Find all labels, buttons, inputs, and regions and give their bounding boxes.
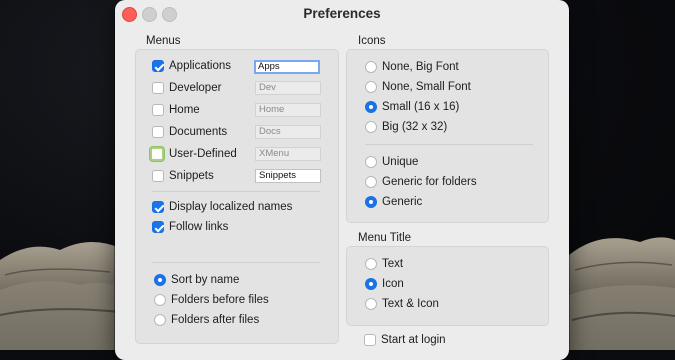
folders-before-files-option[interactable]: Folders before files	[154, 291, 269, 309]
menu-item-label: Applications	[169, 60, 232, 72]
menu-item-label: User-Defined	[169, 148, 237, 160]
icon-type-label: Generic for folders	[382, 176, 477, 188]
display-localized-names-checkbox[interactable]	[152, 201, 164, 213]
icon-size-label: Big (32 x 32)	[382, 121, 448, 133]
developer-checkbox[interactable]	[152, 82, 164, 94]
menu-title-text-and-icon-radio[interactable]	[365, 298, 377, 310]
menu-item-snippets[interactable]: Snippets	[152, 167, 214, 185]
start-at-login-label: Start at login	[381, 334, 446, 346]
icon-generic-for-folders-option[interactable]: Generic for folders	[365, 173, 477, 191]
menu-title-text-radio[interactable]	[365, 258, 377, 270]
generic-radio[interactable]	[365, 196, 377, 208]
sort-label: Folders before files	[171, 294, 269, 306]
window-title: Preferences	[303, 6, 381, 21]
start-at-login-option[interactable]: Start at login	[364, 331, 446, 349]
icon-size-label: None, Big Font	[382, 61, 459, 73]
menu-title-label: Text & Icon	[382, 298, 439, 310]
user-defined-checkbox[interactable]	[150, 147, 164, 161]
menu-item-applications[interactable]: Applications	[152, 57, 231, 75]
icon-type-label: Generic	[382, 196, 423, 208]
generic-for-folders-radio[interactable]	[365, 176, 377, 188]
documents-checkbox[interactable]	[152, 126, 164, 138]
option-follow-links[interactable]: Follow links	[152, 218, 228, 236]
sort-label: Folders after files	[171, 314, 260, 326]
menu-title-text-and-icon-option[interactable]: Text & Icon	[365, 295, 439, 313]
sort-by-name-radio[interactable]	[154, 274, 166, 286]
none-big-font-radio[interactable]	[365, 61, 377, 73]
menu-title-icon-radio[interactable]	[365, 278, 377, 290]
sort-label: Sort by name	[171, 274, 240, 286]
option-label: Display localized names	[169, 201, 293, 213]
menus-separator	[152, 191, 320, 192]
menu-item-documents[interactable]: Documents	[152, 123, 227, 141]
icon-small-option[interactable]: Small (16 x 16)	[365, 98, 459, 116]
follow-links-checkbox[interactable]	[152, 221, 164, 233]
icon-none-big-font-option[interactable]: None, Big Font	[365, 58, 459, 76]
none-small-font-radio[interactable]	[365, 81, 377, 93]
menu-item-developer[interactable]: Developer	[152, 79, 221, 97]
option-label: Follow links	[169, 221, 229, 233]
title-bar: Preferences	[115, 0, 569, 28]
sort-by-name-option[interactable]: Sort by name	[154, 271, 239, 289]
icons-separator	[365, 144, 533, 145]
icon-type-label: Unique	[382, 156, 419, 168]
icon-big-option[interactable]: Big (32 x 32)	[365, 118, 447, 136]
big-icon-radio[interactable]	[365, 121, 377, 133]
menu-title-label: Text	[382, 258, 404, 270]
documents-menu-name-field[interactable]: Docs	[255, 125, 321, 139]
menus-section-title: Menus	[146, 35, 181, 47]
preferences-window: Preferences Menus Applications Apps Deve…	[115, 0, 569, 360]
menu-title-label: Icon	[382, 278, 404, 290]
menu-title-text-option[interactable]: Text	[365, 255, 403, 273]
menu-title-icon-option[interactable]: Icon	[365, 275, 404, 293]
applications-checkbox[interactable]	[152, 60, 164, 72]
icon-generic-option[interactable]: Generic	[365, 193, 422, 211]
icon-unique-option[interactable]: Unique	[365, 153, 418, 171]
menu-item-label: Home	[169, 104, 200, 116]
menu-item-label: Snippets	[169, 170, 214, 182]
user-defined-menu-name-field[interactable]: XMenu	[255, 147, 321, 161]
menu-item-user-defined[interactable]: User-Defined	[150, 145, 237, 163]
home-checkbox[interactable]	[152, 104, 164, 116]
icons-section-title: Icons	[358, 35, 386, 47]
snippets-menu-name-field[interactable]: Snippets	[255, 169, 321, 183]
home-menu-name-field[interactable]: Home	[255, 103, 321, 117]
folders-after-files-radio[interactable]	[154, 314, 166, 326]
menu-item-label: Documents	[169, 126, 228, 138]
developer-menu-name-field[interactable]: Dev	[255, 81, 321, 95]
option-display-localized-names[interactable]: Display localized names	[152, 198, 292, 216]
sort-separator	[152, 262, 320, 263]
icon-size-label: None, Small Font	[382, 81, 471, 93]
menu-item-label: Developer	[169, 82, 222, 94]
folders-before-files-radio[interactable]	[154, 294, 166, 306]
icon-size-label: Small (16 x 16)	[382, 101, 460, 113]
menu-title-section-title: Menu Title	[358, 232, 412, 244]
unique-radio[interactable]	[365, 156, 377, 168]
snippets-checkbox[interactable]	[152, 170, 164, 182]
folders-after-files-option[interactable]: Folders after files	[154, 311, 259, 329]
small-icon-radio[interactable]	[365, 101, 377, 113]
applications-menu-name-field[interactable]: Apps	[254, 60, 320, 74]
menu-item-home[interactable]: Home	[152, 101, 200, 119]
icon-none-small-font-option[interactable]: None, Small Font	[365, 78, 471, 96]
start-at-login-checkbox[interactable]	[364, 334, 376, 346]
